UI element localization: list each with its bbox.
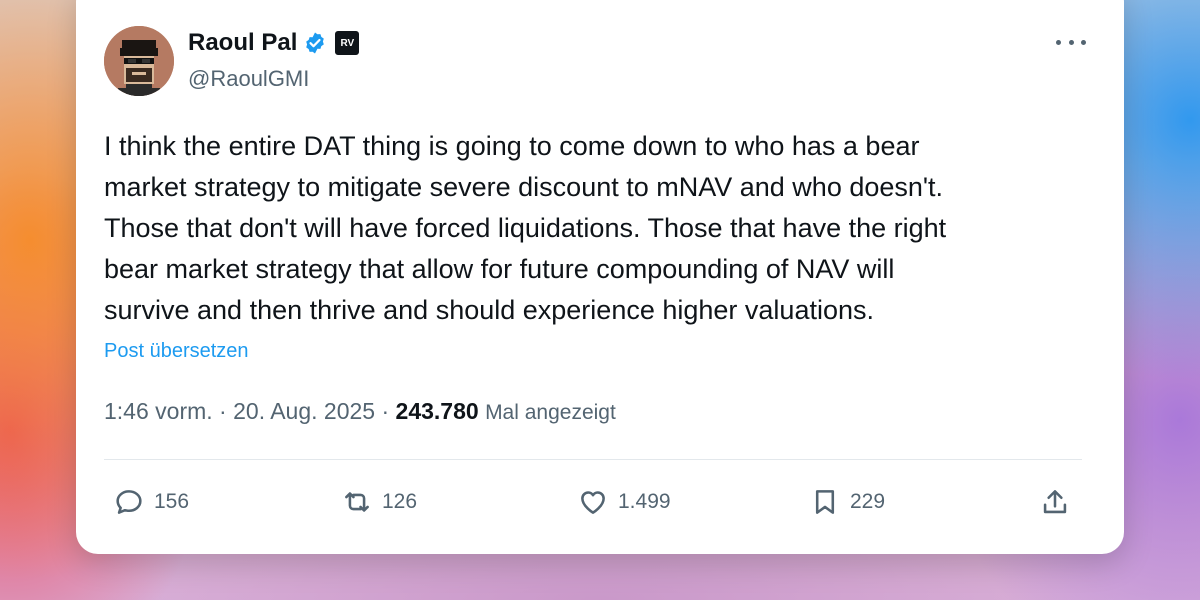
tweet-text: I think the entire DAT thing is going to… — [104, 126, 1094, 331]
reply-button[interactable]: 156 — [112, 480, 189, 524]
author-handle[interactable]: @RaoulGMI — [188, 66, 309, 92]
share-button[interactable] — [1038, 480, 1072, 524]
reply-icon — [116, 490, 142, 514]
share-icon — [1043, 490, 1067, 514]
repost-icon — [345, 492, 369, 512]
tweet-text-line: I think the entire DAT thing is going to… — [104, 131, 920, 161]
tweet-card: Raoul Pal RV @RaoulGMI I think the entir… — [76, 0, 1124, 554]
author-name[interactable]: Raoul Pal — [188, 29, 297, 57]
tweet-time[interactable]: 1:46 vorm. — [104, 398, 213, 424]
translate-link[interactable]: Post übersetzen — [104, 340, 249, 363]
like-count: 1.499 — [618, 490, 671, 513]
tweet-text-line: market strategy to mitigate severe disco… — [104, 172, 944, 202]
meta-separator: · — [219, 398, 234, 424]
divider — [104, 459, 1082, 460]
avatar-pixel-art — [104, 26, 174, 96]
affiliate-badge[interactable]: RV — [335, 31, 360, 55]
tweet-date[interactable]: 20. Aug. 2025 — [233, 398, 375, 424]
action-bar: 156 126 1.499 229 — [76, 480, 1124, 524]
reply-count: 156 — [154, 490, 190, 513]
repost-button[interactable]: 126 — [340, 480, 417, 524]
views-count: 243.780 — [395, 398, 479, 424]
meta-separator: · — [381, 398, 396, 424]
tweet-text-line: Those that don't will have forced liquid… — [104, 213, 947, 243]
bookmark-icon — [815, 490, 835, 514]
views-label: Mal angezeigt — [485, 401, 616, 424]
like-button[interactable]: 1.499 — [576, 480, 671, 524]
tweet-text-line: bear market strategy that allow for futu… — [104, 254, 895, 284]
repost-count: 126 — [382, 490, 418, 513]
heart-icon — [581, 491, 605, 514]
tweet-text-line: survive and then thrive and should exper… — [104, 295, 874, 325]
verified-badge-icon — [303, 31, 327, 55]
avatar[interactable] — [104, 26, 174, 96]
bookmark-button[interactable]: 229 — [808, 480, 885, 524]
tweet-meta: 1:46 vorm. · 20. Aug. 2025 · 243.780 Mal… — [104, 398, 616, 425]
more-dots-icon[interactable] — [1056, 32, 1086, 52]
bookmark-count: 229 — [850, 490, 886, 513]
author-row: Raoul Pal RV — [188, 28, 360, 58]
